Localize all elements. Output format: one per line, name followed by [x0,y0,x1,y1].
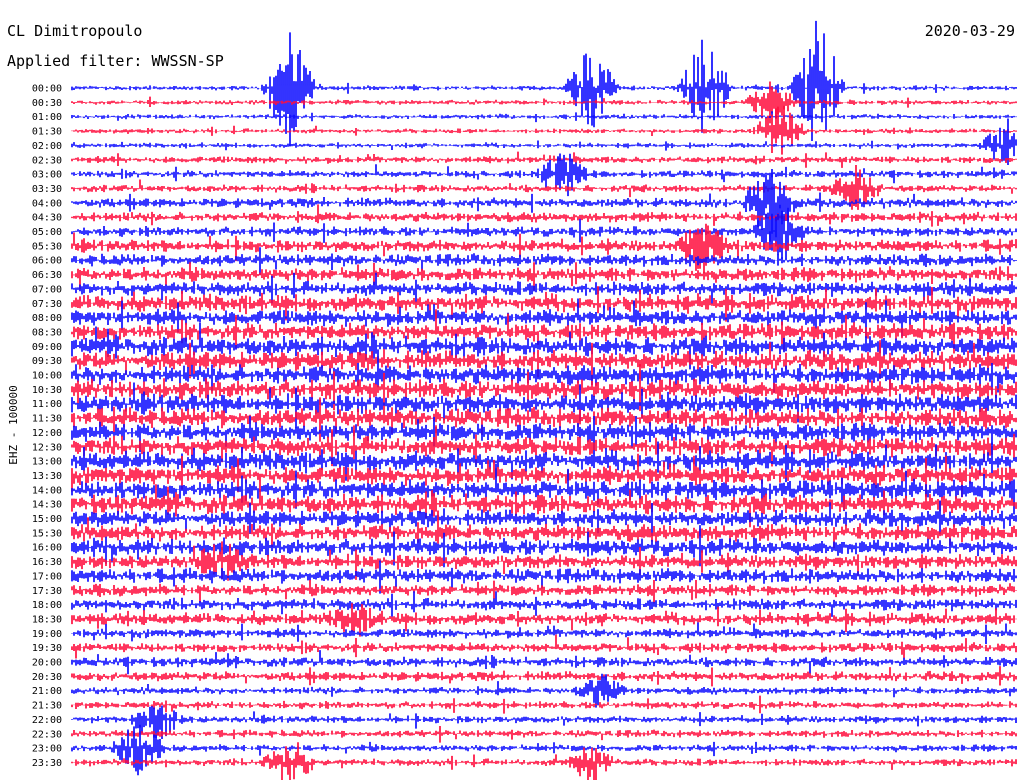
row-label: 19:00 [32,629,62,640]
row-label: 04:00 [32,198,62,209]
row-label: 13:30 [32,471,62,482]
row-label: 17:30 [32,586,62,597]
row-label: 02:00 [32,141,62,152]
trace-row-0430 [71,204,1017,227]
row-label: 07:30 [32,299,62,310]
trace-row-2230 [71,726,1017,743]
row-label: 18:00 [32,600,62,611]
row-label: 23:30 [32,758,62,769]
row-label: 15:00 [32,514,62,525]
row-label: 00:30 [32,98,62,109]
row-label: 14:30 [32,500,62,511]
row-label: 05:00 [32,227,62,238]
row-label: 11:00 [32,399,62,410]
row-label: 04:30 [32,213,62,224]
trace-row-1930 [71,634,1017,659]
row-label-layer: 00:00 00:30 01:00 01:30 02:00 02:30 03:00 03:30… [32,84,62,769]
row-label: 17:00 [32,571,62,582]
row-label: 08:30 [32,327,62,338]
row-label: 12:30 [32,442,62,453]
row-label: 03:00 [32,170,62,181]
row-label: 05:30 [32,241,62,252]
row-label: 16:00 [32,543,62,554]
row-label: 21:30 [32,701,62,712]
trace-row-2030 [71,666,1017,687]
row-label: 23:00 [32,744,62,755]
row-label: 20:30 [32,672,62,683]
row-label: 00:00 [32,84,62,95]
row-label: 19:30 [32,643,62,654]
channel-label: EHZ - 100000 [7,385,20,464]
row-label: 15:30 [32,528,62,539]
row-label: 11:30 [32,414,62,425]
trace-row-1730 [71,579,1017,604]
trace-row-2000 [71,650,1017,675]
trace-row-0130 [71,105,1017,155]
row-label: 08:00 [32,313,62,324]
row-label: 16:30 [32,557,62,568]
row-label: 01:00 [32,112,62,123]
row-label: 18:30 [32,614,62,625]
row-label: 22:00 [32,715,62,726]
trace-row-2130 [71,695,1017,714]
row-label: 02:30 [32,155,62,166]
trace-layer [71,20,1017,780]
row-label: 20:00 [32,658,62,669]
trace-row-0000 [71,20,1017,147]
seismogram-plot: 00:00 00:30 01:00 01:30 02:00 02:30 03:00 03:30… [7,20,1017,780]
row-label: 01:30 [32,127,62,138]
trace-row-1900 [71,622,1017,644]
row-label: 06:30 [32,270,62,281]
row-label: 22:30 [32,729,62,740]
row-label: 21:00 [32,686,62,697]
row-label: 09:30 [32,356,62,367]
row-label: 13:00 [32,457,62,468]
row-label: 09:00 [32,342,62,353]
row-label: 03:30 [32,184,62,195]
row-label: 12:00 [32,428,62,439]
row-label: 10:00 [32,371,62,382]
row-label: 06:00 [32,256,62,267]
row-label: 14:00 [32,485,62,496]
trace-row-1800 [71,591,1017,617]
row-label: 10:30 [32,385,62,396]
trace-row-0630 [71,262,1017,291]
trace-row-0100 [71,111,1017,123]
row-label: 07:00 [32,284,62,295]
trace-row-0600 [71,247,1017,275]
